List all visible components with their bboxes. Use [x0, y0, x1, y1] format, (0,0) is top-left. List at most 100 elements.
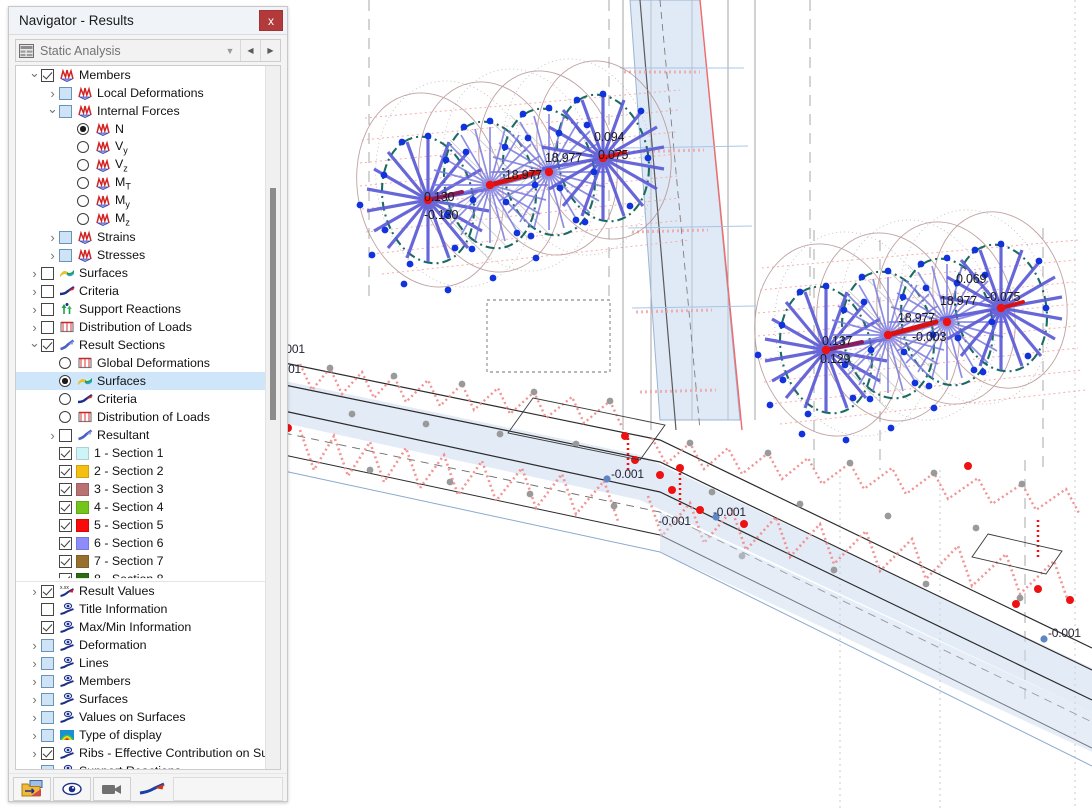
tree-item-criteria[interactable]: Criteria: [16, 390, 265, 408]
radio-button[interactable]: [59, 411, 71, 423]
tree-item-result-sections[interactable]: ⌄Result Sections: [16, 336, 265, 354]
checkbox[interactable]: [59, 501, 72, 514]
tree-item-my[interactable]: My: [16, 192, 265, 210]
tree-item-mt[interactable]: MT: [16, 174, 265, 192]
checkbox[interactable]: [59, 483, 72, 496]
navigator-toolbar[interactable]: [9, 773, 287, 801]
checkbox[interactable]: [41, 321, 54, 334]
open-results-icon[interactable]: [13, 777, 51, 801]
checkbox[interactable]: [59, 447, 72, 460]
result-diagram-icon[interactable]: [133, 777, 171, 801]
tree-item-7-section-7[interactable]: 7 - Section 7: [16, 552, 265, 570]
tree-item-surfaces[interactable]: Surfaces: [16, 372, 265, 390]
checkbox[interactable]: [41, 621, 54, 634]
results-tree-lower[interactable]: ›x.xxResult ValuesTitle InformationMax/M…: [16, 581, 265, 769]
radio-button[interactable]: [77, 159, 89, 171]
tree-item-resultant[interactable]: ›Resultant: [16, 426, 265, 444]
tree-item-surfaces[interactable]: ›Surfaces: [16, 690, 265, 708]
checkbox[interactable]: [41, 729, 54, 742]
checkbox[interactable]: [59, 519, 72, 532]
navigator-title-bar[interactable]: Navigator - Results x: [9, 7, 287, 35]
chevron-right-icon[interactable]: ›: [28, 656, 41, 671]
radio-button[interactable]: [77, 177, 89, 189]
chevron-down-icon[interactable]: ▼: [220, 40, 240, 61]
chevron-down-icon[interactable]: ⌄: [28, 335, 41, 351]
tree-item-result-values[interactable]: ›x.xxResult Values: [16, 582, 265, 600]
tree-item-type-of-display[interactable]: ›Type of display: [16, 726, 265, 744]
tree-item-ribs-effective-contribution-on-su[interactable]: ›Ribs - Effective Contribution on Su...: [16, 744, 265, 762]
navigator-results-panel[interactable]: Navigator - Results x Static Analysis ▼: [8, 6, 288, 802]
checkbox[interactable]: [59, 429, 72, 442]
tree-item-members[interactable]: ›Members: [16, 672, 265, 690]
chevron-right-icon[interactable]: ›: [28, 266, 41, 281]
camera-icon[interactable]: [93, 777, 131, 801]
tree-item-strains[interactable]: ›Strains: [16, 228, 265, 246]
tree-item-mz[interactable]: Mz: [16, 210, 265, 228]
next-button[interactable]: ▶: [260, 40, 280, 61]
results-tree[interactable]: ⌄Members›Local Deformations⌄Internal For…: [15, 65, 281, 770]
tree-item-members[interactable]: ⌄Members: [16, 66, 265, 84]
tree-item-1-section-1[interactable]: 1 - Section 1: [16, 444, 265, 462]
tree-item-internal-forces[interactable]: ⌄Internal Forces: [16, 102, 265, 120]
tree-item-4-section-4[interactable]: 4 - Section 4: [16, 498, 265, 516]
analysis-type-combobox[interactable]: Static Analysis ▼ ◀ ▶: [15, 39, 281, 62]
tree-item-2-section-2[interactable]: 2 - Section 2: [16, 462, 265, 480]
tree-scrollbar-thumb[interactable]: [270, 188, 276, 420]
checkbox[interactable]: [41, 711, 54, 724]
checkbox[interactable]: [41, 657, 54, 670]
checkbox[interactable]: [41, 585, 54, 598]
checkbox[interactable]: [41, 765, 54, 770]
checkbox[interactable]: [41, 69, 54, 82]
chevron-right-icon[interactable]: ›: [28, 692, 41, 707]
tree-item-stresses[interactable]: ›Stresses: [16, 246, 265, 264]
radio-button[interactable]: [77, 213, 89, 225]
chevron-down-icon[interactable]: ⌄: [28, 66, 41, 81]
previous-button[interactable]: ◀: [240, 40, 260, 61]
checkbox[interactable]: [41, 693, 54, 706]
radio-button[interactable]: [59, 393, 71, 405]
tree-item-title-information[interactable]: Title Information: [16, 600, 265, 618]
chevron-right-icon[interactable]: ›: [28, 746, 41, 761]
radio-button[interactable]: [77, 141, 89, 153]
tree-item-global-deformations[interactable]: Global Deformations: [16, 354, 265, 372]
chevron-right-icon[interactable]: ›: [46, 248, 59, 263]
chevron-right-icon[interactable]: ›: [46, 86, 59, 101]
tree-item-5-section-5[interactable]: 5 - Section 5: [16, 516, 265, 534]
checkbox[interactable]: [41, 747, 54, 760]
chevron-right-icon[interactable]: ›: [28, 764, 41, 770]
checkbox[interactable]: [41, 303, 54, 316]
checkbox[interactable]: [59, 105, 72, 118]
chevron-right-icon[interactable]: ›: [46, 230, 59, 245]
radio-button[interactable]: [77, 123, 89, 135]
close-icon[interactable]: x: [259, 10, 283, 31]
checkbox[interactable]: [41, 639, 54, 652]
tree-item-n[interactable]: N: [16, 120, 265, 138]
radio-button[interactable]: [77, 195, 89, 207]
checkbox[interactable]: [41, 285, 54, 298]
tree-item-lines[interactable]: ›Lines: [16, 654, 265, 672]
chevron-right-icon[interactable]: ›: [28, 584, 41, 599]
tree-item-max-min-information[interactable]: Max/Min Information: [16, 618, 265, 636]
tree-item-6-section-6[interactable]: 6 - Section 6: [16, 534, 265, 552]
radio-button[interactable]: [59, 375, 71, 387]
checkbox[interactable]: [59, 231, 72, 244]
checkbox[interactable]: [59, 537, 72, 550]
tree-item-support-reactions[interactable]: ›Support Reactions: [16, 762, 265, 769]
checkbox[interactable]: [59, 465, 72, 478]
checkbox[interactable]: [41, 675, 54, 688]
tree-item-deformation[interactable]: ›Deformation: [16, 636, 265, 654]
tree-item-surfaces[interactable]: ›Surfaces: [16, 264, 265, 282]
checkbox[interactable]: [59, 555, 72, 568]
checkbox[interactable]: [41, 267, 54, 280]
chevron-right-icon[interactable]: ›: [28, 320, 41, 335]
radio-button[interactable]: [59, 357, 71, 369]
chevron-right-icon[interactable]: ›: [28, 302, 41, 317]
view-visibility-icon[interactable]: [53, 777, 91, 801]
chevron-right-icon[interactable]: ›: [28, 284, 41, 299]
tree-item-support-reactions[interactable]: ›Support Reactions: [16, 300, 265, 318]
checkbox[interactable]: [59, 87, 72, 100]
chevron-right-icon[interactable]: ›: [46, 428, 59, 443]
checkbox[interactable]: [41, 339, 54, 352]
checkbox[interactable]: [41, 603, 54, 616]
chevron-right-icon[interactable]: ›: [28, 728, 41, 743]
